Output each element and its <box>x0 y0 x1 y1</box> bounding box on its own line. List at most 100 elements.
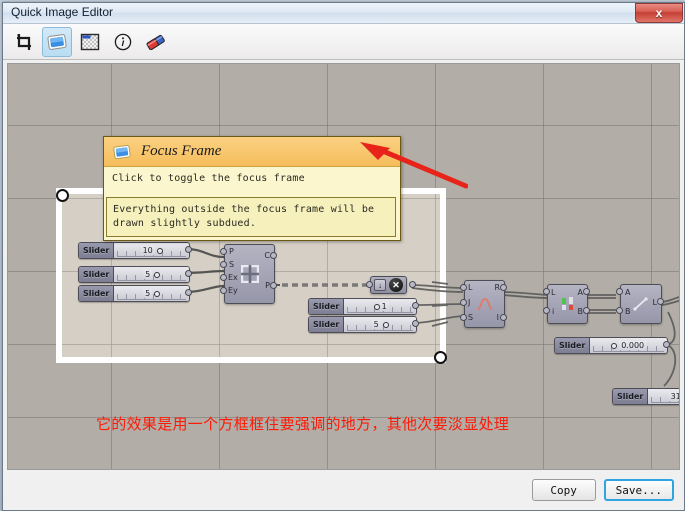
slider-label: Slider <box>79 267 115 282</box>
slider-2[interactable]: Slider 5 <box>78 266 190 283</box>
input-port-label: Ex <box>228 273 238 282</box>
slider-output-port[interactable] <box>412 302 419 309</box>
component-input-port[interactable] <box>616 288 623 295</box>
save-button[interactable]: Save... <box>603 479 674 501</box>
slider-label: Slider <box>555 338 591 353</box>
slider-value: 0.000 <box>619 341 647 350</box>
focus-frame-tooltip: Focus Frame Click to toggle the focus fr… <box>103 136 401 241</box>
slider-output-port[interactable] <box>185 270 192 277</box>
component-list-item[interactable]: L i A B <box>547 284 588 324</box>
grid-glyph-icon <box>240 265 259 283</box>
param-widget[interactable]: ↓ ✕ <box>370 276 407 294</box>
curve-glyph-icon <box>477 298 492 310</box>
close-icon[interactable]: ✕ <box>389 278 403 292</box>
slider-track[interactable]: 5 <box>114 286 189 301</box>
component-output-port[interactable] <box>657 298 664 305</box>
line-glyph-icon <box>633 297 648 311</box>
slider-knob[interactable] <box>611 342 618 349</box>
input-port-label: Ey <box>228 286 238 295</box>
copy-button[interactable]: Copy <box>531 479 596 501</box>
window-title: Quick Image Editor <box>11 5 114 19</box>
focus-frame-handle-bottom-right[interactable] <box>434 351 447 364</box>
tooltip-title: Focus Frame <box>141 143 222 159</box>
list-bars-glyph-icon <box>561 297 573 310</box>
component-graph-mapper[interactable]: L J S R I <box>464 280 505 328</box>
input-port-label: L <box>468 283 473 292</box>
quick-image-editor-window: Quick Image Editor x Slider 10 Slider 5 … <box>2 2 685 511</box>
component-input-port[interactable] <box>460 314 467 321</box>
close-button[interactable]: x <box>635 3 683 23</box>
slider-output-port[interactable] <box>185 289 192 296</box>
component-input-port[interactable] <box>220 248 227 255</box>
component-line[interactable]: A B L <box>620 284 662 324</box>
slider-knob[interactable] <box>156 247 163 254</box>
annotation-caption: 它的效果是用一个方框框住要强调的地方，其他次要淡显处理 <box>96 415 510 433</box>
component-output-port[interactable] <box>583 307 590 314</box>
eraser-icon <box>146 34 165 50</box>
slider-label: Slider <box>309 317 345 332</box>
component-input-port[interactable] <box>543 307 550 314</box>
slider-knob[interactable] <box>382 321 389 328</box>
title-bar[interactable]: Quick Image Editor x <box>3 3 684 24</box>
input-port-label: J <box>468 298 471 307</box>
image-preview-canvas[interactable]: Slider 10 Slider 5 Slider 5 Slider 1 Sli… <box>7 63 680 470</box>
focus-frame-tool-button[interactable] <box>42 26 72 57</box>
info-tool-button[interactable] <box>108 27 138 57</box>
component-output-port[interactable] <box>583 288 590 295</box>
slider-1[interactable]: Slider 10 <box>78 242 190 259</box>
component-input-port[interactable] <box>543 288 550 295</box>
slider-value: 31 <box>668 392 679 401</box>
input-port-label: S <box>468 313 474 322</box>
component-rectangular-grid[interactable]: P S Ex Ey C P <box>224 244 275 304</box>
widget-input-port[interactable] <box>366 281 373 288</box>
transparency-tool-button[interactable] <box>75 27 105 57</box>
slider-6[interactable]: Slider 0.000 <box>554 337 668 354</box>
slider-knob[interactable] <box>154 290 161 297</box>
slider-value: 5 <box>143 270 153 279</box>
slider-7[interactable]: Slider 31 <box>612 388 679 405</box>
slider-track[interactable]: 0.000 <box>590 338 667 353</box>
component-input-port[interactable] <box>220 274 227 281</box>
slider-4[interactable]: Slider 1 <box>308 298 417 315</box>
component-output-port[interactable] <box>270 282 277 289</box>
slider-track[interactable]: 5 <box>344 317 416 332</box>
slider-value: 5 <box>371 320 381 329</box>
component-output-port[interactable] <box>500 284 507 291</box>
checkerboard-icon <box>80 33 100 50</box>
tooltip-note: Everything outside the focus frame will … <box>106 197 396 237</box>
component-input-port[interactable] <box>460 284 467 291</box>
component-input-port[interactable] <box>220 287 227 294</box>
input-port-label: L <box>551 288 556 297</box>
component-output-port[interactable] <box>500 314 507 321</box>
slider-output-port[interactable] <box>412 320 419 327</box>
slider-track[interactable]: 1 <box>344 299 416 314</box>
slider-label: Slider <box>79 286 115 301</box>
slider-track[interactable]: 31 <box>648 389 679 404</box>
component-input-port[interactable] <box>616 307 623 314</box>
slider-track[interactable]: 5 <box>114 267 189 282</box>
component-input-port[interactable] <box>220 261 227 268</box>
output-port-label: I <box>496 313 499 322</box>
eraser-tool-button[interactable] <box>141 27 171 57</box>
slider-3[interactable]: Slider 5 <box>78 285 190 302</box>
input-port-label: i <box>552 307 555 316</box>
crop-tool-button[interactable] <box>9 27 39 57</box>
slider-5[interactable]: Slider 5 <box>308 316 417 333</box>
input-port-label: P <box>229 247 234 256</box>
slider-value: 10 <box>140 246 155 255</box>
dialog-footer: Copy Save... <box>3 470 684 510</box>
download-icon[interactable]: ↓ <box>374 279 386 291</box>
input-port-label: A <box>625 288 631 297</box>
toolbar <box>3 24 684 60</box>
slider-knob[interactable] <box>154 271 161 278</box>
tooltip-header: Focus Frame <box>104 137 400 167</box>
component-output-port[interactable] <box>270 252 277 259</box>
input-port-label: S <box>229 260 235 269</box>
focus-frame-handle-top-left[interactable] <box>56 189 69 202</box>
slider-output-port[interactable] <box>663 341 670 348</box>
slider-output-port[interactable] <box>185 246 192 253</box>
component-input-port[interactable] <box>460 299 467 306</box>
widget-output-port[interactable] <box>409 281 416 288</box>
slider-track[interactable]: 10 <box>114 243 189 258</box>
slider-label: Slider <box>309 299 345 314</box>
